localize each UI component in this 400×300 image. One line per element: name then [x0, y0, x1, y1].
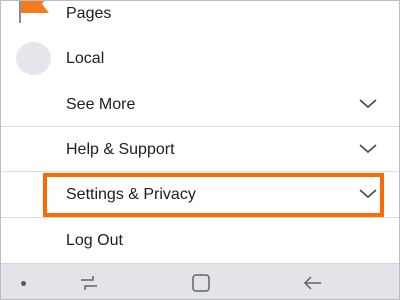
menu-item-see-more[interactable]: See More: [1, 82, 399, 127]
chevron-down-icon: [359, 99, 377, 109]
home-icon[interactable]: [189, 272, 213, 294]
menu-item-settings-privacy[interactable]: Settings & Privacy: [1, 172, 399, 217]
menu-item-pages[interactable]: Pages: [1, 1, 399, 36]
dot-icon: [21, 281, 26, 286]
recents-icon[interactable]: [77, 272, 101, 294]
chevron-down-icon: [359, 189, 377, 199]
back-icon[interactable]: [301, 272, 325, 294]
flag-icon: [19, 1, 49, 23]
screen-frame: Pages Local See More Help & Support Sett…: [0, 0, 400, 300]
menu-item-label: Log Out: [66, 232, 123, 249]
menu-item-label: Pages: [66, 5, 112, 22]
menu-item-label: See More: [66, 96, 136, 113]
menu-item-help-support[interactable]: Help & Support: [1, 127, 399, 172]
menu-item-label: Settings & Privacy: [66, 186, 196, 203]
menu-list: Pages Local See More Help & Support Sett…: [1, 1, 399, 263]
system-navbar: [1, 263, 399, 299]
menu-item-local[interactable]: Local: [1, 36, 399, 81]
menu-item-label: Help & Support: [66, 141, 175, 158]
menu-item-log-out[interactable]: Log Out: [1, 218, 399, 263]
chevron-down-icon: [359, 144, 377, 154]
menu-item-label: Local: [66, 50, 105, 67]
